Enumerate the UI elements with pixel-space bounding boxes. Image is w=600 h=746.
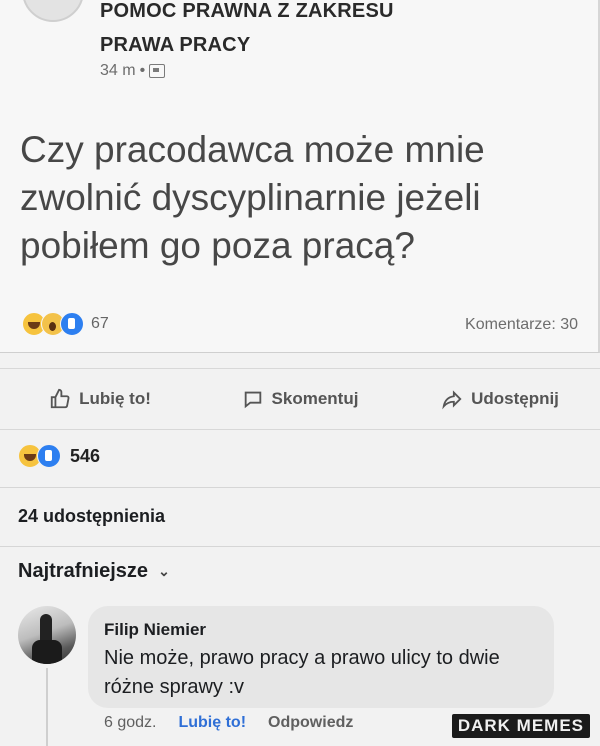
audience-icon: [149, 64, 166, 78]
shared-post-card: POMOC PRAWNA Z ZAKRESU PRAWA PRACY 34 m …: [0, 0, 600, 353]
divider: [0, 546, 600, 547]
post-text: Czy pracodawca może mnie zwolnić dyscypl…: [20, 129, 485, 266]
avatar-figure-body: [32, 640, 62, 664]
divider: [0, 487, 600, 488]
comment-actions: 6 godz. Lubię to! Odpowiedz: [104, 714, 353, 732]
post-time[interactable]: 34 m: [100, 62, 136, 80]
comment-button[interactable]: Skomentuj: [200, 388, 400, 410]
commenter-avatar[interactable]: [18, 606, 76, 664]
action-bar: Lubię to! Skomentuj Udostępnij: [0, 368, 600, 430]
post-meta: 34 m •: [100, 62, 166, 80]
comment-sort-dropdown[interactable]: Najtrafniejsze ⌄: [18, 560, 170, 583]
page-avatar[interactable]: [22, 0, 84, 22]
watermark-text: DARK MEMES: [457, 716, 584, 735]
comment-text: Nie może, prawo pracy a prawo ulicy to d…: [104, 647, 500, 698]
shares-count[interactable]: 24 udostępnienia: [18, 506, 165, 527]
post-reaction-count: 67: [91, 315, 109, 332]
page-name-line1: POMOC PRAWNA Z ZAKRESU: [100, 0, 394, 22]
like-emoji-icon: [60, 312, 84, 336]
post-comments-count[interactable]: Komentarze: 30: [465, 316, 578, 334]
reaction-summary-count: 546: [70, 445, 101, 466]
thumbs-up-icon: [50, 388, 70, 409]
comment-icon: [244, 391, 261, 409]
comment-bubble: Filip Niemier Nie może, prawo pracy a pr…: [88, 606, 554, 708]
reaction-summary[interactable]: 546: [18, 444, 100, 468]
page-name[interactable]: POMOC PRAWNA Z ZAKRESU PRAWA PRACY: [100, 0, 394, 62]
like-button-label: Lubię to!: [79, 389, 151, 408]
sort-label: Najtrafniejsze: [18, 560, 149, 582]
comment-button-label: Skomentuj: [271, 389, 359, 408]
comment-author[interactable]: Filip Niemier: [104, 620, 206, 640]
share-arrow-icon: [442, 390, 462, 410]
page-name-line2: PRAWA PRACY: [100, 34, 251, 56]
like-emoji-icon: [37, 444, 61, 468]
share-button-label: Udostępnij: [471, 389, 559, 408]
share-button[interactable]: Udostępnij: [400, 388, 600, 410]
comment-like-button[interactable]: Lubię to!: [178, 714, 246, 732]
comment-thread-line: [46, 668, 48, 746]
watermark: DARK MEMES: [451, 714, 590, 738]
comment-reply-button[interactable]: Odpowiedz: [268, 714, 353, 732]
chevron-down-icon: ⌄: [158, 563, 170, 579]
comment-time[interactable]: 6 godz.: [104, 714, 156, 732]
like-button[interactable]: Lubię to!: [0, 388, 200, 410]
post-reactions[interactable]: 67: [22, 312, 109, 336]
meta-separator: •: [139, 62, 146, 79]
